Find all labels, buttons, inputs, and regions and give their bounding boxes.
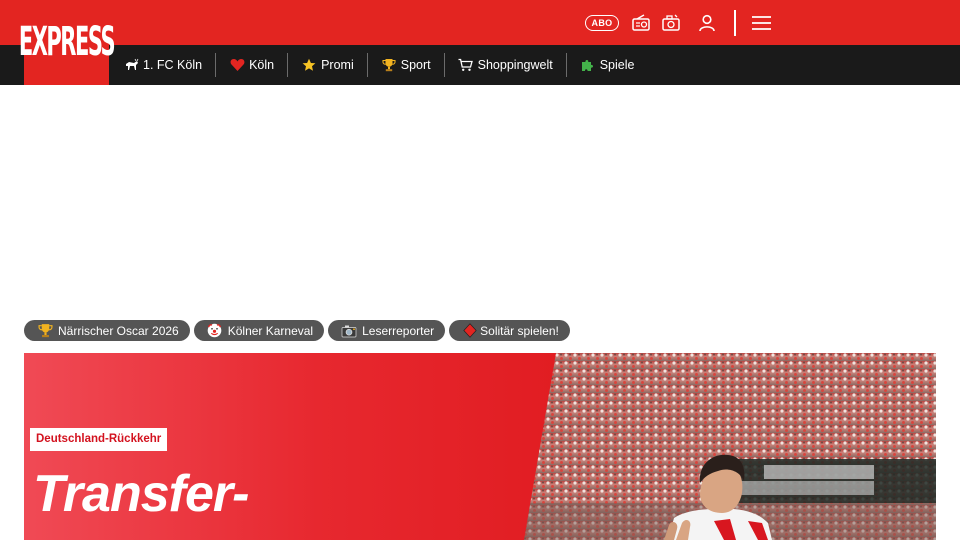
pill-label: Solitär spielen! [480, 323, 559, 338]
topic-pills: Närrischer Oscar 2026 Kölner Karneval Le… [24, 320, 570, 341]
topic-pill-oscar[interactable]: Närrischer Oscar 2026 [24, 320, 190, 341]
nav-item-promi[interactable]: Promi [288, 53, 368, 77]
trophy-icon [381, 57, 397, 73]
radio-icon[interactable] [631, 13, 651, 33]
nav-item-fc-koeln[interactable]: 1. FC Köln [110, 53, 217, 77]
nav-label: Spiele [599, 58, 635, 72]
puzzle-icon [580, 57, 596, 73]
menu-icon[interactable] [751, 13, 772, 33]
star-icon [301, 57, 317, 73]
camera-icon [341, 323, 357, 339]
topic-pill-solitaer[interactable]: Solitär spielen! [449, 320, 570, 341]
ad-space [0, 85, 960, 315]
diamond-icon [462, 323, 478, 339]
main-nav: 1. FC Köln Köln Promi Sport Shoppingwelt… [110, 45, 647, 85]
nav-label: Sport [400, 58, 431, 72]
hero-headline[interactable]: Transfer- [33, 466, 249, 522]
nav-label: Promi [321, 58, 354, 72]
nav-item-spiele[interactable]: Spiele [567, 53, 648, 77]
pill-label: Leserreporter [362, 323, 435, 338]
logo-text: EXPRESS [18, 18, 116, 65]
nav-item-koeln[interactable]: Köln [216, 53, 289, 77]
topic-pill-leserreporter[interactable]: Leserreporter [328, 320, 446, 341]
nav-label: Köln [249, 58, 275, 72]
cart-icon [458, 57, 474, 73]
pill-label: Närrischer Oscar 2026 [58, 323, 179, 338]
abo-button[interactable]: ABO [585, 15, 619, 31]
top-bar [0, 0, 960, 45]
hero-teaser[interactable]: Deutschland-Rückkehr Transfer- [24, 353, 936, 540]
nav-label: 1. FC Köln [143, 58, 203, 72]
clown-icon [207, 323, 223, 339]
nav-item-shoppingwelt[interactable]: Shoppingwelt [445, 53, 567, 77]
express-logo[interactable]: EXPRESS [19, 0, 116, 85]
nav-item-sport[interactable]: Sport [368, 53, 445, 77]
header-divider [734, 10, 736, 36]
topic-pill-karneval[interactable]: Kölner Karneval [193, 320, 325, 341]
goat-icon [123, 57, 139, 73]
pill-label: Kölner Karneval [227, 323, 314, 338]
heart-icon [229, 57, 245, 73]
camera-icon[interactable] [661, 13, 681, 33]
user-icon[interactable] [697, 13, 717, 33]
trophy-icon [37, 323, 53, 339]
nav-label: Shoppingwelt [477, 58, 553, 72]
hero-kicker: Deutschland-Rückkehr [30, 428, 168, 451]
